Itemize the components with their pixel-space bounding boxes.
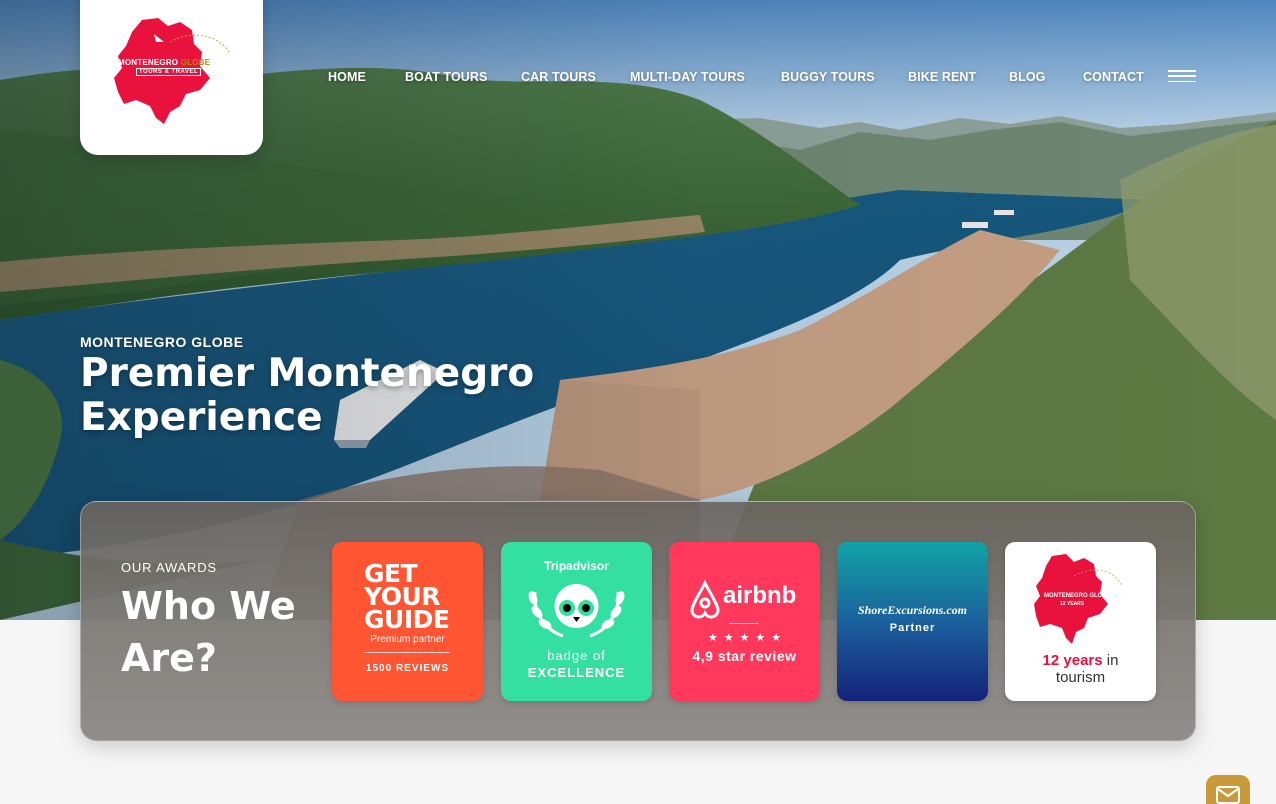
airbnb-name: airbnb xyxy=(723,582,797,609)
nav-multi-day-tours[interactable]: MULTI-DAY TOURS xyxy=(630,70,745,84)
years-label: 12 years in xyxy=(1042,652,1119,669)
shore-excursions-badge[interactable]: ShoreExcursions.com Partner xyxy=(837,542,988,701)
awards-title: Who We Are? xyxy=(121,584,296,680)
tripadvisor-name: Tripadvisor xyxy=(544,559,609,573)
awards-panel: OUR AWARDS Who We Are? GET YOUR GUIDE Pr… xyxy=(80,501,1196,741)
airbnb-badge[interactable]: airbnb ★★★★★ 4,9 star review xyxy=(669,542,820,701)
airbnb-logo-icon xyxy=(690,579,720,619)
nav-home[interactable]: HOME xyxy=(328,70,366,84)
hero-kicker: MONTENEGRO GLOBE xyxy=(80,334,244,350)
divider xyxy=(365,652,450,653)
getyourguide-subtitle: Premium partner xyxy=(370,634,445,645)
getyourguide-badge[interactable]: GET YOUR GUIDE Premium partner 1500 REVI… xyxy=(332,542,483,701)
nav-blog[interactable]: BLOG xyxy=(1009,70,1046,84)
getyourguide-logo: GET YOUR GUIDE xyxy=(364,559,450,634)
hero-headline: Premier Montenegro Experience xyxy=(80,351,535,440)
getyourguide-reviews: 1500 REVIEWS xyxy=(365,663,450,674)
badge-map-sub: 12 YEARS xyxy=(1060,601,1085,607)
nav-car-tours[interactable]: CAR TOURS xyxy=(521,70,596,84)
shore-excursions-subtitle: Partner xyxy=(889,622,936,634)
badge-map-label: MONTENEGRO GLOBE xyxy=(1044,593,1111,599)
tripadvisor-owl-laurel-icon xyxy=(528,584,625,638)
hamburger-menu-icon[interactable] xyxy=(1168,70,1196,82)
nav-buggy-tours[interactable]: BUGGY TOURS xyxy=(781,70,875,84)
divider xyxy=(729,623,759,624)
awards-kicker: OUR AWARDS xyxy=(121,560,217,575)
logo-wordmark: MONTENEGRO GLOBE xyxy=(118,58,211,67)
tripadvisor-badge[interactable]: Tripadvisor badge of EXCELLENCE xyxy=(501,542,652,701)
nav-boat-tours[interactable]: BOAT TOURS xyxy=(405,70,487,84)
airbnb-review: 4,9 star review xyxy=(692,648,797,664)
contact-mail-button[interactable] xyxy=(1206,775,1250,804)
tripadvisor-highlight: EXCELLENCE xyxy=(527,665,626,680)
nav-contact[interactable]: CONTACT xyxy=(1083,70,1144,84)
tripadvisor-subtitle: badge of xyxy=(547,648,606,663)
twelve-years-badge[interactable]: MONTENEGRO GLOBE 12 YEARS 12 years in to… xyxy=(1005,542,1156,701)
mail-icon xyxy=(1216,786,1240,804)
montenegro-map-icon: MONTENEGRO GLOBE 12 YEARS xyxy=(1034,554,1123,644)
site-logo[interactable]: MONTENEGRO GLOBE TOURS & TRAVEL xyxy=(80,0,263,155)
tourism-label: tourism xyxy=(1055,669,1106,686)
shore-excursions-name: ShoreExcursions.com xyxy=(857,603,968,617)
airbnb-stars: ★★★★★ xyxy=(707,631,788,644)
nav-bike-rent[interactable]: BIKE RENT xyxy=(908,70,976,84)
logo-tagline: TOURS & TRAVEL xyxy=(136,68,202,76)
